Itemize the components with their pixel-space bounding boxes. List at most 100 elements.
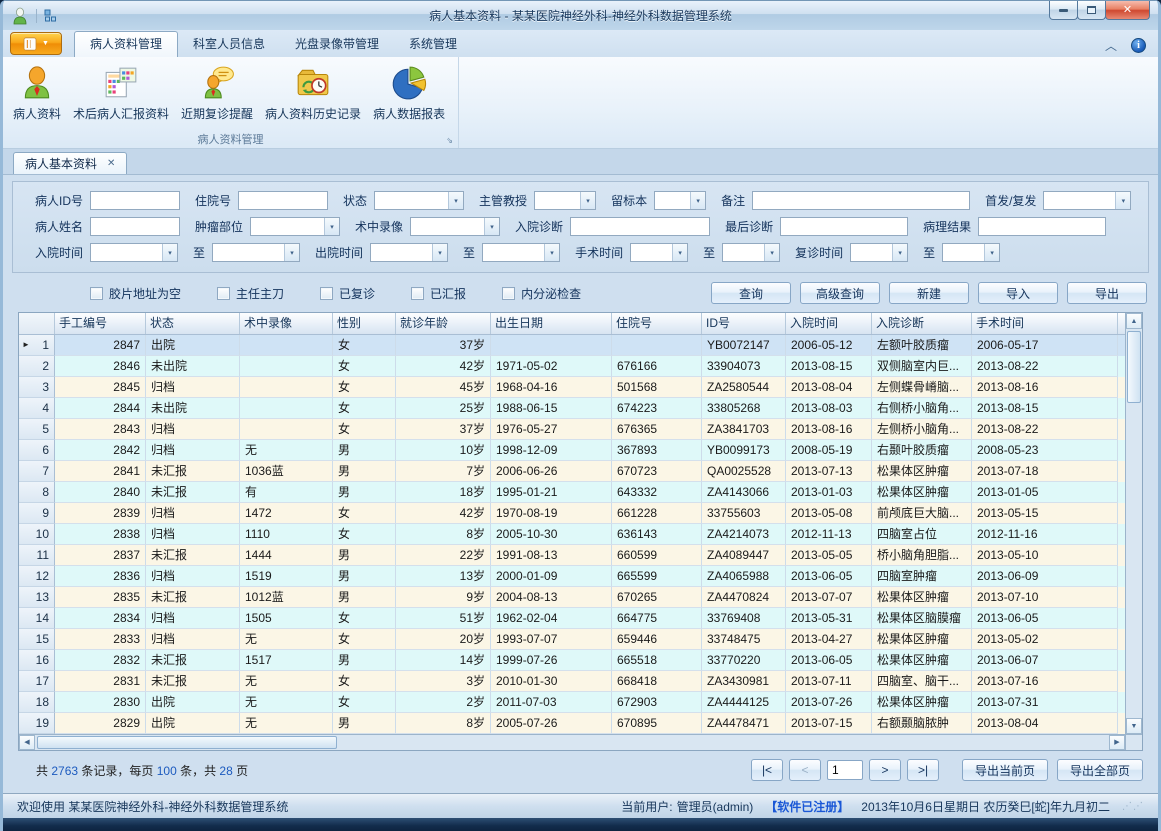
maximize-button[interactable] xyxy=(1077,1,1106,20)
chevron-down-icon[interactable]: ▾ xyxy=(1115,192,1130,209)
chevron-down-icon[interactable]: ▾ xyxy=(284,244,299,261)
row-header[interactable]: 15 xyxy=(19,629,55,650)
filter-combo[interactable]: ▾ xyxy=(374,191,464,210)
row-header[interactable]: 3 xyxy=(19,377,55,398)
filter-input[interactable] xyxy=(570,217,710,236)
table-row[interactable]: 172831未汇报无女3岁2010-01-30668418ZA343098120… xyxy=(19,671,1125,692)
filter-combo[interactable]: ▾ xyxy=(722,243,780,262)
table-row[interactable]: 52843归档女37岁1976-05-27676365ZA38417032013… xyxy=(19,419,1125,440)
filter-input[interactable] xyxy=(90,217,180,236)
table-row[interactable]: 32845归档女45岁1968-04-16501568ZA25805442013… xyxy=(19,377,1125,398)
action-button[interactable]: 导出 xyxy=(1067,282,1147,304)
ribbon-button[interactable]: 近期复诊提醒 xyxy=(175,60,259,130)
scroll-right-icon[interactable]: ▶ xyxy=(1109,735,1125,750)
row-header[interactable]: 12 xyxy=(19,566,55,587)
row-header[interactable]: 17 xyxy=(19,671,55,692)
first-page-button[interactable]: |< xyxy=(751,759,783,781)
row-header[interactable]: 4 xyxy=(19,398,55,419)
scroll-up-icon[interactable]: ▲ xyxy=(1126,313,1142,329)
filter-combo[interactable]: ▾ xyxy=(212,243,300,262)
scroll-down-icon[interactable]: ▼ xyxy=(1126,718,1142,734)
row-header[interactable]: 13 xyxy=(19,587,55,608)
export-button[interactable]: 导出当前页 xyxy=(962,759,1048,781)
chevron-down-icon[interactable]: ▾ xyxy=(690,192,705,209)
filter-checkbox[interactable]: 内分泌检查 xyxy=(502,285,581,302)
row-header[interactable]: 7 xyxy=(19,461,55,482)
table-row[interactable]: 192829出院无男8岁2005-07-26670895ZA4478471201… xyxy=(19,713,1125,734)
row-header[interactable]: 2 xyxy=(19,356,55,377)
ribbon-tab-3[interactable]: 光盘录像带管理 xyxy=(280,33,394,57)
info-icon[interactable]: i xyxy=(1131,38,1146,53)
row-header[interactable]: 9 xyxy=(19,503,55,524)
ribbon-tab-2[interactable]: 科室人员信息 xyxy=(178,33,280,57)
column-header[interactable]: 手工编号 xyxy=(55,313,146,334)
ribbon-button[interactable]: 病人资料历史记录 xyxy=(259,60,367,130)
table-row[interactable]: 112837未汇报1444男22岁1991-08-13660599ZA40894… xyxy=(19,545,1125,566)
filter-combo[interactable]: ▾ xyxy=(370,243,448,262)
column-header[interactable]: 状态 xyxy=(146,313,240,334)
document-tab[interactable]: 病人基本资料 ✕ xyxy=(13,152,127,174)
chevron-down-icon[interactable]: ▾ xyxy=(672,244,687,261)
filter-combo[interactable]: ▾ xyxy=(482,243,560,262)
minimize-button[interactable] xyxy=(1049,1,1078,20)
row-header[interactable]: 10 xyxy=(19,524,55,545)
column-header[interactable]: 性别 xyxy=(333,313,396,334)
ribbon-button[interactable]: 病人数据报表 xyxy=(367,60,451,130)
registered-link[interactable]: 【软件已注册】 xyxy=(765,798,849,815)
dialog-launcher-icon[interactable]: ⇘ xyxy=(446,137,453,145)
collapse-ribbon-icon[interactable]: ︿ xyxy=(1105,41,1117,51)
action-button[interactable]: 查询 xyxy=(711,282,791,304)
table-row[interactable]: 102838归档1110女8岁2005-10-30636143ZA4214073… xyxy=(19,524,1125,545)
vertical-scroll-thumb[interactable] xyxy=(1127,331,1141,403)
ribbon-button[interactable]: 病人资料 xyxy=(7,60,67,130)
row-header[interactable]: 18 xyxy=(19,692,55,713)
table-row[interactable]: 182830出院无女2岁2011-07-03672903ZA4444125201… xyxy=(19,692,1125,713)
vertical-scrollbar[interactable]: ▲ ▼ xyxy=(1125,313,1142,734)
row-header[interactable]: 1► xyxy=(19,335,55,356)
column-header[interactable]: 出生日期 xyxy=(491,313,612,334)
ribbon-tab-4[interactable]: 系统管理 xyxy=(394,33,472,57)
filter-input[interactable] xyxy=(238,191,328,210)
tab-close-icon[interactable]: ✕ xyxy=(107,158,115,169)
page-number-input[interactable] xyxy=(827,760,863,780)
prev-page-button[interactable]: < xyxy=(789,759,821,781)
filter-input[interactable] xyxy=(780,217,908,236)
filter-combo[interactable]: ▾ xyxy=(1043,191,1131,210)
table-row[interactable]: 82840未汇报有男18岁1995-01-21643332ZA414306620… xyxy=(19,482,1125,503)
filter-input[interactable] xyxy=(978,217,1106,236)
filter-checkbox[interactable]: 已汇报 xyxy=(411,285,466,302)
table-row[interactable]: 92839归档1472女42岁1970-08-19661228337556032… xyxy=(19,503,1125,524)
chevron-down-icon[interactable]: ▾ xyxy=(432,244,447,261)
table-row[interactable]: 132835未汇报1012蓝男9岁2004-08-13670265ZA44708… xyxy=(19,587,1125,608)
export-button[interactable]: 导出全部页 xyxy=(1057,759,1143,781)
application-menu-button[interactable]: ▼ xyxy=(10,32,62,55)
filter-input[interactable] xyxy=(90,191,180,210)
chevron-down-icon[interactable]: ▾ xyxy=(484,218,499,235)
horizontal-scrollbar[interactable]: ◀ ▶ xyxy=(19,735,1125,750)
filter-combo[interactable]: ▾ xyxy=(90,243,178,262)
row-header[interactable]: 16 xyxy=(19,650,55,671)
table-row[interactable]: 122836归档1519男13岁2000-01-09665599ZA406598… xyxy=(19,566,1125,587)
filter-combo[interactable]: ▾ xyxy=(250,217,340,236)
table-row[interactable]: 1►2847出院女37岁YB00721472006-05-12左额叶胶质瘤200… xyxy=(19,335,1125,356)
table-row[interactable]: 72841未汇报1036蓝男7岁2006-06-26670723QA002552… xyxy=(19,461,1125,482)
action-button[interactable]: 高级查询 xyxy=(800,282,880,304)
filter-combo[interactable]: ▾ xyxy=(654,191,706,210)
filter-checkbox[interactable]: 已复诊 xyxy=(320,285,375,302)
row-header[interactable]: 14 xyxy=(19,608,55,629)
chevron-down-icon[interactable]: ▾ xyxy=(580,192,595,209)
chevron-down-icon[interactable]: ▾ xyxy=(162,244,177,261)
chevron-down-icon[interactable]: ▾ xyxy=(892,244,907,261)
table-row[interactable]: 142834归档1505女51岁1962-02-0466477533769408… xyxy=(19,608,1125,629)
action-button[interactable]: 导入 xyxy=(978,282,1058,304)
chevron-down-icon[interactable]: ▾ xyxy=(984,244,999,261)
filter-combo[interactable]: ▾ xyxy=(630,243,688,262)
last-page-button[interactable]: >| xyxy=(907,759,939,781)
scroll-left-icon[interactable]: ◀ xyxy=(19,735,35,750)
table-row[interactable]: 162832未汇报1517男14岁1999-07-266655183377022… xyxy=(19,650,1125,671)
column-header[interactable]: 入院诊断 xyxy=(872,313,972,334)
filter-checkbox[interactable]: 胶片地址为空 xyxy=(90,285,181,302)
filter-input[interactable] xyxy=(752,191,970,210)
column-header[interactable]: 住院号 xyxy=(612,313,702,334)
column-header[interactable]: 就诊年龄 xyxy=(396,313,491,334)
